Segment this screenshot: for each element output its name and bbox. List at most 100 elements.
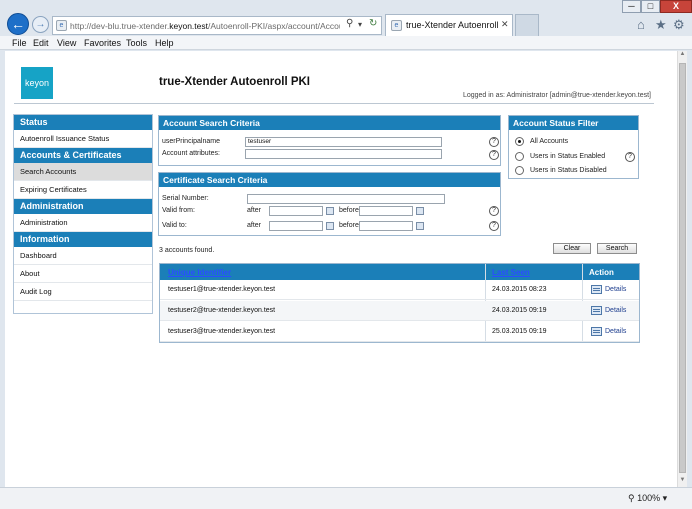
radio-icon[interactable] (515, 152, 524, 161)
column-last-seen[interactable]: Last Seen (492, 268, 530, 277)
menu-bar: File Edit View Favorites Tools Help (0, 36, 692, 50)
status-option-label: Users in Status Disabled (530, 167, 607, 174)
upn-input[interactable]: testuser (245, 137, 442, 147)
minimize-button[interactable]: ─ (622, 0, 641, 13)
serial-number-label: Serial Number: (162, 195, 209, 202)
details-link[interactable]: Details (605, 286, 626, 293)
cell-identifier: testuser3@true-xtender.keyon.test (168, 328, 276, 335)
gear-icon[interactable]: ⚙ (673, 17, 685, 33)
sidebar-nav: Status Autoenroll Issuance Status Accoun… (13, 114, 153, 314)
star-icon[interactable]: ★ (655, 17, 667, 33)
valid-to-before-input[interactable] (359, 221, 413, 231)
account-search-title: Account Search Criteria (159, 116, 500, 130)
column-action: Action (589, 268, 614, 277)
menu-edit[interactable]: Edit (33, 38, 49, 48)
search-button[interactable]: Search (597, 243, 637, 254)
valid-to-after-label: after (247, 222, 262, 229)
details-link[interactable]: Details (605, 307, 626, 314)
tab-title: true-Xtender Autoenroll PKI... (406, 20, 498, 30)
valid-from-after-input[interactable] (269, 206, 323, 216)
url-prefix: http://dev-blu.true-xtender. (70, 21, 170, 31)
sidebar-item-autoenroll-issuance-status[interactable]: Autoenroll Issuance Status (14, 130, 152, 148)
sidebar-item-administration[interactable]: Administration (14, 214, 152, 232)
zoom-level: 100% (637, 493, 661, 503)
maximize-button[interactable]: □ (641, 0, 660, 13)
valid-from-before-input[interactable] (359, 206, 413, 216)
valid-to-before-calendar-icon[interactable] (416, 222, 424, 230)
table-row: testuser2@true-xtender.keyon.test 24.03.… (160, 301, 639, 321)
page-viewport: keyon true-Xtender Autoenroll PKI Logged… (5, 51, 677, 487)
account-attributes-input[interactable] (245, 149, 442, 159)
upn-label: userPrincipalname (162, 138, 220, 145)
arrow-left-icon: ← (11, 16, 25, 32)
valid-to-after-input[interactable] (269, 221, 323, 231)
tab-active[interactable]: e true-Xtender Autoenroll PKI... ✕ (385, 14, 513, 36)
header-divider (14, 103, 654, 104)
close-button[interactable]: X (660, 0, 692, 13)
valid-to-help-icon[interactable]: ? (489, 221, 499, 231)
vertical-scrollbar[interactable]: ▲ ▼ (677, 51, 687, 487)
address-url[interactable]: http://dev-blu.true-xtender.keyon.test/A… (70, 21, 340, 31)
details-icon[interactable] (591, 327, 602, 336)
page-favicon-icon: e (56, 20, 67, 31)
account-status-filter-panel: Account Status Filter All Accounts Users… (508, 115, 639, 179)
scrollbar-thumb[interactable] (679, 63, 686, 473)
attributes-help-icon[interactable]: ? (489, 150, 499, 160)
back-button[interactable]: ← (7, 13, 29, 35)
clear-button[interactable]: Clear (553, 243, 591, 254)
url-domain: keyon.test (169, 21, 208, 31)
status-enabled-help-icon[interactable]: ? (625, 152, 635, 162)
logged-in-info: Logged in as: Administrator [admin@true-… (462, 92, 651, 99)
valid-from-label: Valid from: (162, 207, 195, 214)
sidebar-section-administration: Administration (14, 199, 152, 214)
menu-help[interactable]: Help (155, 38, 174, 48)
refresh-icon[interactable]: ↻ (369, 18, 377, 29)
details-icon[interactable] (591, 306, 602, 315)
column-unique-identifier[interactable]: Unique Identifier (168, 268, 231, 277)
table-row: testuser3@true-xtender.keyon.test 25.03.… (160, 322, 639, 342)
scroll-down-icon[interactable]: ▼ (678, 477, 687, 487)
menu-tools[interactable]: Tools (126, 38, 147, 48)
menu-favorites[interactable]: Favorites (84, 38, 121, 48)
valid-from-after-calendar-icon[interactable] (326, 207, 334, 215)
valid-from-before-calendar-icon[interactable] (416, 207, 424, 215)
status-option-label: All Accounts (530, 138, 569, 145)
valid-to-label: Valid to: (162, 222, 187, 229)
menu-view[interactable]: View (57, 38, 76, 48)
account-attributes-label: Account attributes: (162, 150, 220, 157)
scroll-up-icon[interactable]: ▲ (678, 51, 687, 61)
serial-number-input[interactable] (247, 194, 445, 204)
tab-close-icon[interactable]: ✕ (501, 19, 509, 30)
radio-icon[interactable] (515, 166, 524, 175)
radio-selected-icon[interactable] (515, 137, 524, 146)
menu-file[interactable]: File (12, 38, 27, 48)
details-icon[interactable] (591, 285, 602, 294)
address-bar[interactable]: e http://dev-blu.true-xtender.keyon.test… (52, 16, 382, 35)
search-icon[interactable]: ⚲ (346, 18, 353, 29)
upn-help-icon[interactable]: ? (489, 137, 499, 147)
cell-last-seen: 24.03.2015 09:19 (492, 307, 547, 314)
account-status-filter-title: Account Status Filter (509, 116, 638, 130)
tab-favicon-icon: e (391, 20, 402, 31)
valid-from-before-label: before (339, 207, 359, 214)
forward-button[interactable]: → (32, 16, 49, 33)
keyon-logo: keyon (21, 67, 53, 99)
sidebar-item-dashboard[interactable]: Dashboard (14, 247, 152, 265)
chevron-down-icon[interactable]: ▾ (358, 20, 362, 29)
valid-from-help-icon[interactable]: ? (489, 206, 499, 216)
sidebar-section-status: Status (14, 115, 152, 130)
sidebar-item-expiring-certificates[interactable]: Expiring Certificates (14, 181, 152, 199)
sidebar-item-search-accounts[interactable]: Search Accounts (14, 163, 152, 181)
valid-to-before-label: before (339, 222, 359, 229)
sidebar-item-audit-log[interactable]: Audit Log (14, 283, 152, 301)
home-icon[interactable]: ⌂ (637, 17, 645, 32)
results-header-row: Unique Identifier Last Seen Action (160, 264, 639, 280)
new-tab-button[interactable] (515, 14, 539, 36)
details-link[interactable]: Details (605, 328, 626, 335)
result-count: 3 accounts found. (159, 247, 215, 254)
sidebar-item-about[interactable]: About (14, 265, 152, 283)
zoom-control[interactable]: ⚲ 100% ▾ (628, 493, 667, 504)
valid-from-after-label: after (247, 207, 262, 214)
valid-to-after-calendar-icon[interactable] (326, 222, 334, 230)
cell-last-seen: 24.03.2015 08:23 (492, 286, 547, 293)
